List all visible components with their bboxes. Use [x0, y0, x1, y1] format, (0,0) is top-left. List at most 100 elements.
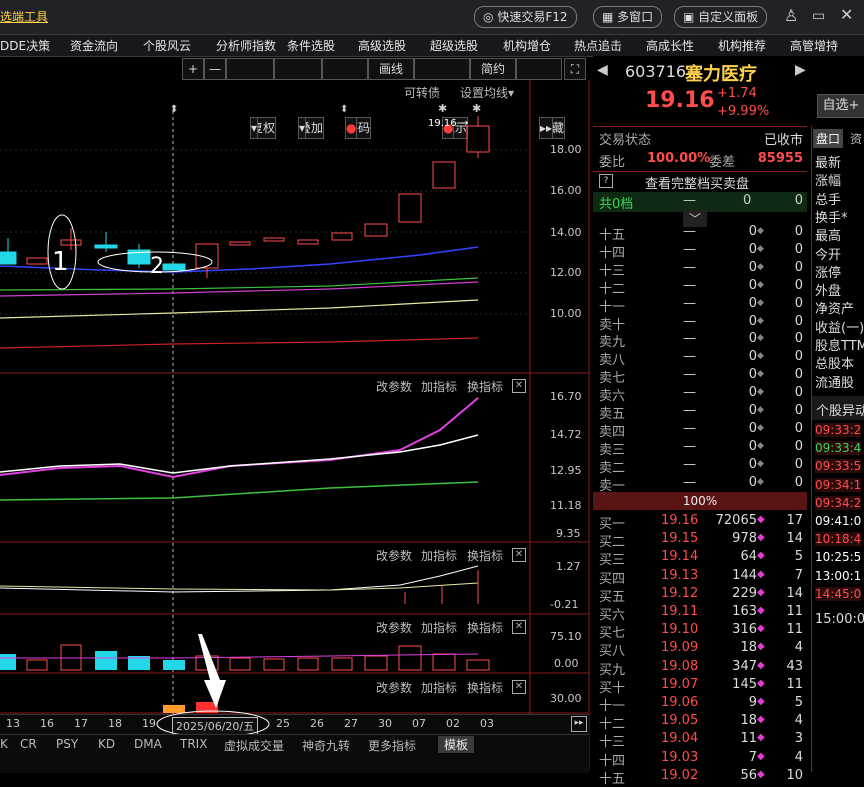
- custom-panel-button[interactable]: ▣ 自定义面板: [674, 6, 768, 28]
- switch-indicator-link[interactable]: 换指标: [467, 547, 503, 564]
- yidong-time[interactable]: 13:00:1: [815, 569, 861, 583]
- menu-gaoji[interactable]: 高级选股: [358, 37, 406, 54]
- sell-level-row[interactable]: 卖六 —0 ◆ 0: [593, 385, 807, 404]
- menu-gaochengzhang[interactable]: 高成长性: [646, 37, 694, 54]
- sell-level-row[interactable]: 卖十 —0 ◆ 0: [593, 314, 807, 333]
- menu-jigou-zengcang[interactable]: 机构增仓: [503, 37, 551, 54]
- yidong-time[interactable]: 09:34:1: [815, 477, 862, 492]
- modify-params-link[interactable]: 改参数: [376, 619, 412, 636]
- zoom-out-button[interactable]: —: [204, 58, 226, 80]
- tab-zi[interactable]: 资: [847, 129, 864, 148]
- menu-gaoguan[interactable]: 高管增持: [790, 37, 838, 54]
- prev-stock-icon[interactable]: ◀: [597, 62, 608, 78]
- buy-level-row[interactable]: 十四 19.03 7 ◆ 4: [593, 750, 807, 769]
- buy-level-row[interactable]: 买六 19.11 163 ◆ 11: [593, 604, 807, 623]
- tab-virtual-volume[interactable]: 虚拟成交量: [224, 737, 284, 754]
- tab-nine-turns[interactable]: 神奇九转: [302, 737, 350, 754]
- add-indicator-link[interactable]: 加指标: [421, 547, 457, 564]
- buy-level-row[interactable]: 买四 19.13 144 ◆ 7: [593, 568, 807, 587]
- tab-pankou[interactable]: 盘口: [813, 129, 844, 148]
- sell-level-row[interactable]: 卖七 —0 ◆ 0: [593, 367, 807, 386]
- close-panel-icon[interactable]: ✕: [512, 680, 526, 694]
- yidong-time[interactable]: 09:41:0: [815, 514, 861, 528]
- buy-level-row[interactable]: 十三 19.04 11 ◆ 3: [593, 731, 807, 750]
- buy-level-row[interactable]: 十一 19.06 9 ◆ 5: [593, 695, 807, 714]
- fullscreen-icon[interactable]: ⛶: [564, 58, 586, 80]
- set-ma-button[interactable]: 设置均线▾: [460, 84, 514, 101]
- buy-level-row[interactable]: 十二 19.05 18 ◆ 4: [593, 713, 807, 732]
- sell-level-row[interactable]: 十三 —0 ◆ 0: [593, 260, 807, 279]
- menu-chaoji[interactable]: 超级选股: [430, 37, 478, 54]
- menu-tiaojian[interactable]: 条件选股: [287, 37, 335, 54]
- yincang-button[interactable]: 隐藏▸▸: [516, 58, 566, 139]
- modify-params-link[interactable]: 改参数: [376, 547, 412, 564]
- sell-level-row[interactable]: 十五 —0 ◆ 0: [593, 224, 807, 243]
- yidong-time[interactable]: 09:34:2: [815, 495, 862, 510]
- buy-level-row[interactable]: 买一 19.16 72065 ◆ 17: [593, 513, 807, 532]
- sell-level-row[interactable]: 十一 —0 ◆ 0: [593, 296, 807, 315]
- minimize-icon[interactable]: ▭: [812, 8, 825, 24]
- buy-level-row[interactable]: 买五 19.12 229 ◆ 14: [593, 586, 807, 605]
- buy-level-row[interactable]: 买九 19.08 347 ◆ 43: [593, 659, 807, 678]
- buy-level-row[interactable]: 买二 19.15 978 ◆ 14: [593, 531, 807, 550]
- xianshi-button[interactable]: 显示 ▾●: [414, 58, 470, 139]
- menu-fengyun[interactable]: 个股风云: [143, 37, 191, 54]
- close-panel-icon[interactable]: ✕: [512, 548, 526, 562]
- buy-level-row[interactable]: 买十 19.07 145 ◆ 11: [593, 677, 807, 696]
- sell-level-row[interactable]: 卖五 —0 ◆ 0: [593, 403, 807, 422]
- chouma-button[interactable]: 筹码 ●: [322, 58, 372, 139]
- add-indicator-link[interactable]: 加指标: [421, 619, 457, 636]
- sell-level-row[interactable]: 卖二 —0 ◆ 0: [593, 457, 807, 476]
- multi-window-button[interactable]: ▦ 多窗口: [593, 6, 663, 28]
- modify-params-link[interactable]: 改参数: [376, 679, 412, 696]
- tab-kd[interactable]: KD: [98, 737, 115, 751]
- yidong-time[interactable]: 09:33:4: [815, 441, 862, 456]
- full-book-button[interactable]: ? 查看完整档买卖盘: [593, 173, 807, 192]
- sell-level-row[interactable]: 卖四 —0 ◆ 0: [593, 421, 807, 440]
- menu-dde[interactable]: DDE决策: [0, 37, 50, 54]
- buy-level-row[interactable]: 买三 19.14 64 ◆ 5: [593, 549, 807, 568]
- switch-indicator-link[interactable]: 换指标: [467, 679, 503, 696]
- buy-level-row[interactable]: 买七 19.10 316 ◆ 11: [593, 622, 807, 641]
- switch-indicator-link[interactable]: 换指标: [467, 619, 503, 636]
- switch-indicator-link[interactable]: 换指标: [467, 378, 503, 395]
- tab-side-icon[interactable]: K: [0, 737, 8, 751]
- zoom-in-button[interactable]: +: [182, 58, 204, 80]
- tab-dma[interactable]: DMA: [134, 737, 162, 751]
- sell-level-row[interactable]: 卖九 —0 ◆ 0: [593, 331, 807, 350]
- buy-level-row[interactable]: 十五 19.02 56 ◆ 10: [593, 768, 807, 787]
- add-indicator-link[interactable]: 加指标: [421, 378, 457, 395]
- fuquan-button[interactable]: 复权 ▾: [226, 58, 277, 139]
- sell-level-row[interactable]: 卖三 —0 ◆ 0: [593, 439, 807, 458]
- quick-trade-button[interactable]: ◎ 快速交易F12: [474, 6, 577, 28]
- kezhuanzhai-link[interactable]: 可转债: [404, 84, 440, 101]
- next-stock-icon[interactable]: ▶: [795, 62, 806, 78]
- yidong-time[interactable]: 09:33:5: [815, 459, 862, 474]
- menu-jigou-tuijian[interactable]: 机构推荐: [718, 37, 766, 54]
- tools-link[interactable]: 选端工具: [0, 8, 48, 25]
- sell-level-row[interactable]: 十四 —0 ◆ 0: [593, 242, 807, 261]
- add-watchlist-button[interactable]: 自选+: [817, 94, 864, 118]
- sell-level-row[interactable]: 十二 —0 ◆ 0: [593, 278, 807, 297]
- close-icon[interactable]: ✕: [840, 5, 853, 24]
- sell-level-row[interactable]: 卖一 —0 ◆ 0: [593, 475, 807, 494]
- close-panel-icon[interactable]: ✕: [512, 620, 526, 634]
- yidong-time[interactable]: 10:25:5: [815, 550, 861, 564]
- jianyue-button[interactable]: 简约: [470, 58, 516, 80]
- modify-params-link[interactable]: 改参数: [376, 378, 412, 395]
- tab-trix[interactable]: TRIX: [180, 737, 207, 751]
- add-indicator-link[interactable]: 加指标: [421, 679, 457, 696]
- yidong-time[interactable]: 14:45:0: [815, 586, 862, 601]
- tab-cr[interactable]: CR: [20, 737, 37, 751]
- yidong-time[interactable]: 10:18:4: [815, 532, 862, 547]
- tab-template[interactable]: 模板: [438, 736, 475, 753]
- close-panel-icon[interactable]: ✕: [512, 379, 526, 393]
- yidong-time[interactable]: 09:33:2: [815, 423, 862, 437]
- sell-level-row[interactable]: 卖八 —0 ◆ 0: [593, 349, 807, 368]
- scroll-right-icon[interactable]: ▸▸: [571, 716, 587, 732]
- menu-redian[interactable]: 热点追击: [574, 37, 622, 54]
- menu-fenxishi[interactable]: 分析师指数: [216, 37, 276, 54]
- user-icon[interactable]: ♙: [784, 6, 798, 25]
- diejia-button[interactable]: 叠加 ▾: [274, 58, 325, 139]
- huaxian-button[interactable]: 画线: [368, 58, 414, 80]
